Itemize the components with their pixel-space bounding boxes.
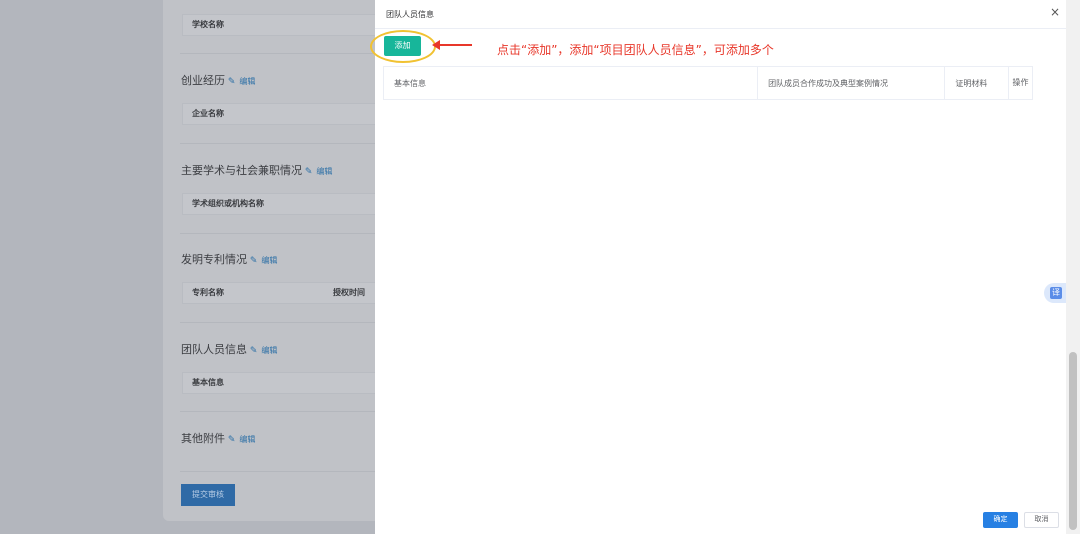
edit-link[interactable]: 编辑 [316, 167, 332, 176]
patent-table-header: 专利名称 授权时间 [182, 282, 382, 304]
drawer-title: 团队人员信息 [386, 10, 434, 19]
section-title: 其他附件 [181, 432, 225, 445]
submit-review-button[interactable]: 提交审核 [181, 484, 235, 506]
school-name-header: 学校名称 [182, 14, 382, 36]
confirm-button[interactable]: 确定 [983, 512, 1018, 528]
team-info-drawer: 团队人员信息 × 添加 点击“添加”，添加“项目团队人员信息”，可添加多个 基本… [370, 0, 1066, 534]
edit-link[interactable]: 编辑 [239, 435, 255, 444]
translate-icon: 译 [1050, 287, 1062, 299]
edit-icon: ✎ [247, 346, 258, 356]
enterprise-name-header: 企业名称 [182, 103, 382, 125]
cancel-button[interactable]: 取消 [1024, 512, 1059, 528]
basic-info-header: 基本信息 [182, 372, 382, 394]
column-header-basic-info: 基本信息 [384, 67, 759, 99]
section-title: 主要学术与社会兼职情况 [181, 164, 302, 177]
column-header-cooperation-cases: 团队成员合作成功及典型案例情况 [758, 67, 946, 99]
divider [375, 28, 1066, 29]
academic-org-header: 学术组织或机构名称 [182, 193, 382, 215]
edit-icon: ✎ [302, 167, 313, 177]
section-startup: 创业经历 ✎ 编辑 [181, 72, 255, 88]
edit-link[interactable]: 编辑 [239, 77, 255, 86]
instruction-annotation: 点击“添加”，添加“项目团队人员信息”，可添加多个 [497, 43, 774, 57]
divider [180, 471, 385, 472]
arrow-icon [432, 40, 472, 50]
edit-link[interactable]: 编辑 [261, 256, 277, 265]
team-members-table: 基本信息 团队成员合作成功及典型案例情况 证明材料 操作 [383, 66, 1033, 100]
patent-time-header: 授权时间 [333, 288, 365, 297]
section-title: 团队人员信息 [181, 343, 247, 356]
divider [180, 411, 385, 412]
section-academic: 主要学术与社会兼职情况 ✎ 编辑 [181, 162, 332, 178]
divider [180, 322, 385, 323]
scrollbar-thumb[interactable] [1069, 352, 1077, 530]
divider [180, 233, 385, 234]
patent-name-header: 专利名称 [192, 288, 224, 297]
divider [180, 143, 385, 144]
close-icon[interactable]: × [1050, 5, 1060, 19]
edit-link[interactable]: 编辑 [261, 346, 277, 355]
section-attachments: 其他附件 ✎ 编辑 [181, 430, 255, 446]
add-button[interactable]: 添加 [384, 36, 421, 56]
section-title: 发明专利情况 [181, 253, 247, 266]
section-title: 创业经历 [181, 74, 225, 87]
column-header-proof-materials: 证明材料 [945, 67, 1010, 99]
edit-icon: ✎ [225, 77, 236, 87]
column-header-actions: 操作 [1009, 67, 1033, 99]
edit-icon: ✎ [247, 256, 258, 266]
edit-icon: ✎ [225, 435, 236, 445]
section-team: 团队人员信息 ✎ 编辑 [181, 341, 277, 357]
section-patent: 发明专利情况 ✎ 编辑 [181, 251, 277, 267]
divider [180, 53, 385, 54]
